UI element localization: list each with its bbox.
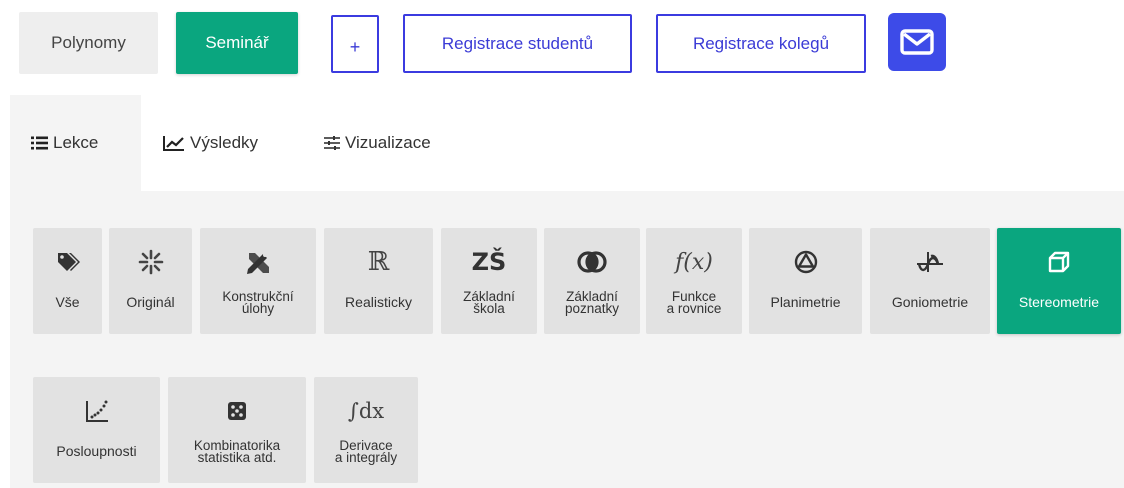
scatter-plot-icon bbox=[85, 400, 108, 422]
add-button[interactable]: + bbox=[331, 15, 379, 73]
category-stereometrie[interactable]: Stereometrie bbox=[997, 228, 1121, 334]
chart-line-icon bbox=[163, 136, 184, 151]
real-numbers-icon: ℝ bbox=[367, 247, 390, 277]
category-label: Funkce a rovnice bbox=[666, 289, 722, 316]
tab-lekce[interactable]: Lekce bbox=[10, 95, 141, 191]
category-label: Stereometrie bbox=[1018, 294, 1100, 310]
dice-icon bbox=[228, 402, 246, 420]
category-derivace-a-integraly[interactable]: ∫dx Derivace a integrály bbox=[314, 377, 418, 483]
list-icon bbox=[31, 136, 48, 150]
category-label: Kombinatorika statistika atd. bbox=[193, 438, 281, 465]
venn-icon bbox=[577, 251, 607, 273]
category-label: Základní poznatky bbox=[564, 289, 620, 316]
category-label: Originál bbox=[126, 294, 175, 310]
tab-vysledky[interactable]: Výsledky bbox=[163, 95, 293, 191]
function-icon: f(x) bbox=[675, 249, 713, 275]
triangle-circle-icon bbox=[794, 250, 817, 274]
category-label: Realisticky bbox=[345, 294, 412, 310]
tab-label: Vizualizace bbox=[345, 133, 431, 152]
category-planimetrie[interactable]: Planimetrie bbox=[749, 228, 862, 334]
category-vse[interactable]: Vše bbox=[33, 228, 102, 334]
category-label: Posloupnosti bbox=[56, 443, 137, 459]
category-label: Derivace a integrály bbox=[334, 438, 398, 465]
category-label: Vše bbox=[55, 294, 80, 310]
category-label: Planimetrie bbox=[770, 294, 841, 310]
category-label: Základní škola bbox=[463, 289, 515, 316]
register-students-button[interactable]: Registrace studentů bbox=[403, 14, 632, 73]
category-goniometrie[interactable]: Goniometrie bbox=[870, 228, 990, 334]
category-label: Goniometrie bbox=[891, 294, 969, 310]
mail-button[interactable] bbox=[888, 13, 946, 71]
polynomy-button[interactable]: Polynomy bbox=[19, 12, 158, 74]
category-funkce-a-rovnice[interactable]: f(x) Funkce a rovnice bbox=[646, 228, 742, 334]
category-original[interactable]: Originál bbox=[109, 228, 192, 334]
category-konstrukcni-ulohy[interactable]: Konstrukční úlohy bbox=[200, 228, 316, 334]
cube-icon bbox=[1048, 251, 1070, 273]
tags-icon bbox=[57, 253, 80, 271]
sine-wave-icon bbox=[917, 252, 943, 272]
category-zakladni-poznatky[interactable]: Základní poznatky bbox=[544, 228, 640, 334]
category-label: Konstrukční úlohy bbox=[222, 289, 294, 316]
tab-label: Lekce bbox=[53, 133, 99, 152]
sliders-icon bbox=[324, 136, 340, 150]
zs-icon: ZŠ bbox=[471, 248, 507, 276]
category-kombinatorika[interactable]: Kombinatorika statistika atd. bbox=[168, 377, 306, 483]
category-zakladni-skola[interactable]: ZŠ Základní škola bbox=[441, 228, 537, 334]
tab-bar: Lekce Výsledky Vizualizace bbox=[10, 95, 1124, 191]
integral-icon: ∫dx bbox=[347, 399, 385, 423]
top-toolbar: Polynomy Seminář + Registrace studentů R… bbox=[0, 0, 1124, 92]
tab-vizualizace[interactable]: Vizualizace bbox=[324, 95, 484, 191]
category-realisticky[interactable]: ℝ Realisticky bbox=[324, 228, 433, 334]
seminar-button[interactable]: Seminář bbox=[176, 12, 298, 74]
burst-icon bbox=[138, 249, 163, 275]
compass-ruler-icon bbox=[247, 253, 269, 274]
mail-icon bbox=[900, 29, 934, 55]
register-colleagues-button[interactable]: Registrace kolegů bbox=[656, 14, 866, 73]
category-posloupnosti[interactable]: Posloupnosti bbox=[33, 377, 160, 483]
tab-label: Výsledky bbox=[190, 133, 259, 152]
